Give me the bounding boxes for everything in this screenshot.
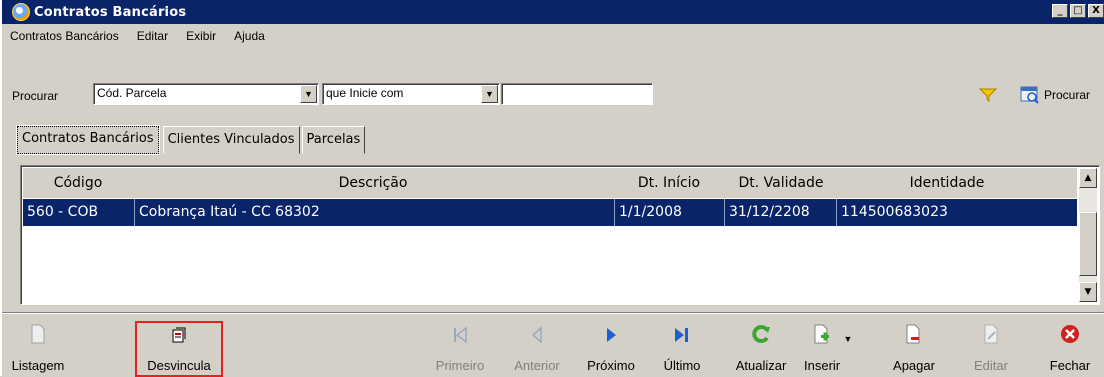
search-input[interactable] <box>501 83 653 105</box>
vertical-scrollbar[interactable]: ▲ ▼ <box>1079 168 1097 302</box>
chevron-down-icon[interactable]: ▼ <box>300 85 317 103</box>
fechar-button[interactable]: Fechar <box>1042 318 1098 376</box>
column-header-identidade[interactable]: Identidade <box>837 175 1057 191</box>
tab-clientes-vinculados[interactable]: Clientes Vinculados <box>162 126 300 154</box>
listagem-button[interactable]: Listagem <box>8 318 68 376</box>
tab-parcelas[interactable]: Parcelas <box>301 126 366 154</box>
apagar-button[interactable]: Apagar <box>884 318 944 376</box>
main-window: Contratos Bancários _ □ X Contratos Banc… <box>0 0 1104 377</box>
search-label: Procurar <box>12 89 59 103</box>
inserir-button[interactable]: ▼ Inserir <box>800 318 864 376</box>
maximize-button[interactable]: □ <box>1070 4 1086 18</box>
anterior-button[interactable]: Anterior <box>502 318 572 376</box>
menu-exibir[interactable]: Exibir <box>184 27 218 47</box>
window-title: Contratos Bancários <box>34 4 187 20</box>
delete-icon <box>906 324 920 344</box>
toolbar-separator <box>2 312 1104 314</box>
ultimo-button[interactable]: Último <box>652 318 712 376</box>
cell-dt-validade: 31/12/2208 <box>725 199 837 226</box>
previous-icon <box>531 326 542 344</box>
edit-icon <box>984 324 998 344</box>
ultimo-label: Último <box>663 358 701 373</box>
editar-button[interactable]: Editar <box>966 318 1016 376</box>
proximo-button[interactable]: Próximo <box>580 318 642 376</box>
highlight-box <box>135 321 223 377</box>
menu-contratos[interactable]: Contratos Bancários <box>8 27 121 47</box>
close-icon <box>1061 325 1079 343</box>
search-operator-select[interactable]: que Inicie com ▼ <box>322 83 500 105</box>
table-header: Código Descrição Dt. Início Dt. Validade… <box>23 168 1077 198</box>
search-field-select[interactable]: Cód. Parcela ▼ <box>93 83 319 105</box>
apagar-label: Apagar <box>893 358 935 373</box>
scroll-down-icon[interactable]: ▼ <box>1079 282 1097 302</box>
proximo-label: Próximo <box>587 358 635 373</box>
search-field-value: Cód. Parcela <box>97 86 167 100</box>
scroll-up-icon[interactable]: ▲ <box>1079 168 1097 188</box>
anterior-label: Anterior <box>514 358 560 373</box>
cell-identidade: 114500683023 <box>841 204 948 220</box>
filter-icon[interactable] <box>978 87 998 103</box>
search-button-label: Procurar <box>1044 88 1091 102</box>
insert-icon <box>814 324 829 344</box>
search-button[interactable]: Procurar <box>978 86 1090 104</box>
search-operator-value: que Inicie com <box>326 86 404 100</box>
tab-strip: Contratos Bancários Clientes Vinculados … <box>16 125 367 156</box>
column-header-codigo[interactable]: Código <box>23 175 133 191</box>
menu-editar[interactable]: Editar <box>135 27 170 47</box>
menu-ajuda[interactable]: Ajuda <box>232 27 267 47</box>
document-icon <box>31 324 45 344</box>
cell-codigo: 560 - COB <box>23 199 135 226</box>
menu-bar: Contratos Bancários Editar Exibir Ajuda <box>8 27 267 47</box>
first-record-icon <box>454 326 467 344</box>
close-window-button[interactable]: X <box>1088 4 1104 18</box>
last-record-icon <box>675 328 688 342</box>
table-row[interactable]: 560 - COB Cobrança Itaú - CC 68302 1/1/2… <box>23 199 1077 226</box>
tab-contratos-bancarios[interactable]: Contratos Bancários <box>16 125 160 155</box>
editar-label: Editar <box>974 358 1008 373</box>
contracts-table: Código Descrição Dt. Início Dt. Validade… <box>20 165 1100 305</box>
fechar-label: Fechar <box>1049 358 1091 373</box>
minimize-button[interactable]: _ <box>1052 4 1068 18</box>
scroll-thumb[interactable] <box>1079 212 1097 276</box>
dropdown-caret-icon[interactable]: ▼ <box>844 334 853 344</box>
column-header-dt-validade[interactable]: Dt. Validade <box>725 175 837 191</box>
refresh-icon <box>752 325 770 343</box>
chevron-down-icon[interactable]: ▼ <box>481 85 498 103</box>
window-controls: _ □ X <box>1052 4 1104 18</box>
primeiro-label: Primeiro <box>435 358 485 373</box>
primeiro-button[interactable]: Primeiro <box>430 318 490 376</box>
next-icon <box>607 328 616 342</box>
column-header-descricao[interactable]: Descrição <box>133 175 613 191</box>
column-header-dt-inicio[interactable]: Dt. Início <box>613 175 725 191</box>
search-icon <box>1020 86 1039 104</box>
app-icon <box>12 3 30 21</box>
cell-descricao: Cobrança Itaú - CC 68302 <box>135 199 615 226</box>
atualizar-label: Atualizar <box>735 358 787 373</box>
cell-dt-inicio: 1/1/2008 <box>615 199 725 226</box>
title-bar[interactable]: Contratos Bancários _ □ X <box>2 0 1104 24</box>
atualizar-button[interactable]: Atualizar <box>726 318 796 376</box>
listagem-label: Listagem <box>11 358 65 373</box>
inserir-label: Inserir <box>804 358 841 373</box>
